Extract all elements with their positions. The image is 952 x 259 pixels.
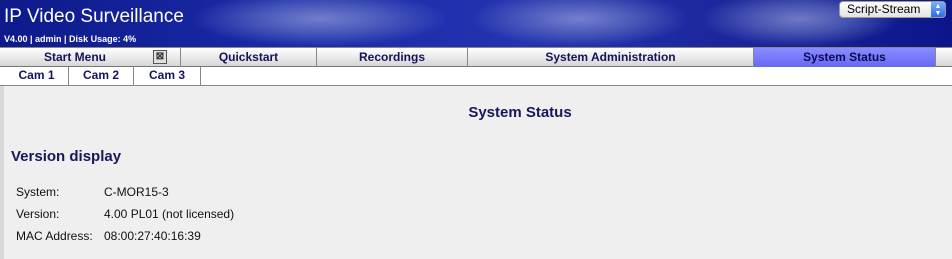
- app-header: IP Video Surveillance V4.00 | admin | Di…: [0, 0, 952, 47]
- nav-label: Start Menu: [44, 50, 107, 64]
- chevron-updown-icon: ▲ ▼: [931, 2, 945, 17]
- nav-system-administration[interactable]: System Administration: [468, 48, 754, 67]
- nav-recordings[interactable]: Recordings: [317, 48, 468, 67]
- camera-tabs: Cam 1 Cam 2 Cam 3: [0, 67, 952, 86]
- nav-system-status[interactable]: System Status: [754, 48, 936, 67]
- window-icon[interactable]: ⊠: [153, 50, 167, 64]
- tab-cam-3[interactable]: Cam 3: [134, 67, 201, 85]
- info-label: Version:: [16, 207, 60, 221]
- section-title: Version display: [11, 148, 122, 165]
- info-value: C-MOR15-3: [104, 185, 169, 199]
- nav-quickstart[interactable]: Quickstart: [181, 48, 317, 67]
- tab-cam-2[interactable]: Cam 2: [69, 67, 134, 85]
- main-nav: Start Menu ⊠ Quickstart Recordings Syste…: [0, 47, 952, 67]
- page-title: System Status: [468, 104, 572, 121]
- system-info: V4.00 | admin | Disk Usage: 4%: [4, 34, 137, 44]
- world-map-background: [190, 0, 450, 47]
- stream-select-value: Script-Stream: [847, 2, 921, 16]
- world-map-background: [470, 0, 690, 47]
- tab-cam-1[interactable]: Cam 1: [5, 67, 69, 85]
- info-label: System:: [16, 185, 60, 199]
- stream-select[interactable]: Script-Stream ▲ ▼: [839, 1, 946, 18]
- info-value: 4.00 PL01 (not licensed): [104, 207, 235, 221]
- info-label: MAC Address:: [16, 229, 93, 243]
- app-title: IP Video Surveillance: [4, 6, 184, 27]
- info-value: 08:00:27:40:16:39: [104, 229, 201, 243]
- nav-start-menu[interactable]: Start Menu ⊠: [0, 48, 181, 67]
